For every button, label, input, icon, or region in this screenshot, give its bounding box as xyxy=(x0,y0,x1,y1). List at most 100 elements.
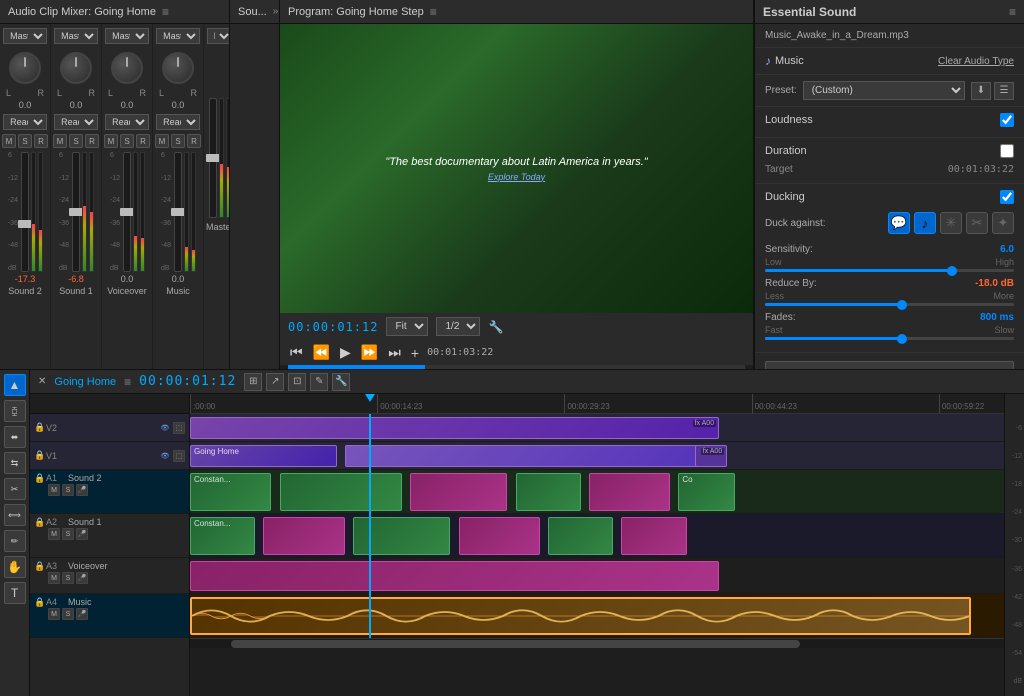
transport-go-start[interactable]: ⏮ xyxy=(288,344,305,361)
timeline-close-x[interactable]: ✕ xyxy=(38,376,46,387)
a1-lock[interactable]: 🔒 xyxy=(34,472,46,484)
ch2-fader-track[interactable] xyxy=(72,152,80,272)
ch4-fader-handle[interactable] xyxy=(171,208,185,216)
a2-clip-3[interactable] xyxy=(353,517,451,555)
ch3-m-btn[interactable]: M xyxy=(104,134,118,148)
duck-sfx-btn[interactable]: ✳ xyxy=(940,212,962,234)
es-preset-delete-btn[interactable]: ☰ xyxy=(994,82,1014,100)
master-fader-handle[interactable] xyxy=(206,154,220,162)
v1-lock[interactable]: 🔒 xyxy=(34,450,46,462)
small-panel-expand[interactable]: » xyxy=(273,6,279,17)
a2-mic-btn[interactable]: 🎤 xyxy=(76,528,88,540)
es-reduce-slider[interactable] xyxy=(765,303,1014,306)
ch2-s-btn[interactable]: S xyxy=(69,134,83,148)
tool-track-select[interactable]: ⧮ xyxy=(4,400,26,422)
transport-step-back[interactable]: ⏪ xyxy=(311,344,332,361)
a3-clip-1[interactable] xyxy=(190,561,719,591)
a2-clip-4[interactable] xyxy=(459,517,540,555)
a2-clip-5[interactable] xyxy=(548,517,613,555)
v2-lock[interactable]: 🔒 xyxy=(34,422,46,434)
duck-other-btn[interactable]: ✦ xyxy=(992,212,1014,234)
a2-clip-1[interactable]: Constan... xyxy=(190,517,255,555)
generate-keyframes-btn[interactable]: Generate Keyframes xyxy=(765,361,1014,369)
tool-pen[interactable]: ✏ xyxy=(4,530,26,552)
es-sensitivity-thumb[interactable] xyxy=(947,266,957,276)
a4-s-btn[interactable]: S xyxy=(62,608,74,620)
es-fades-thumb[interactable] xyxy=(897,334,907,344)
v1-clip-2[interactable] xyxy=(345,445,719,467)
tool-ripple[interactable]: ⬌ xyxy=(4,426,26,448)
ch3-fader-handle[interactable] xyxy=(120,208,134,216)
ch1-knob[interactable] xyxy=(9,52,41,84)
monitor-fraction-select[interactable]: 1/2 xyxy=(436,317,480,336)
a4-mic-btn[interactable]: 🎤 xyxy=(76,608,88,620)
transport-go-end[interactable]: ⏭ xyxy=(386,344,403,361)
ch2-knob[interactable] xyxy=(60,52,92,84)
a1-clip-1[interactable]: Constan... xyxy=(190,473,271,511)
a4-lock[interactable]: 🔒 xyxy=(34,596,46,608)
es-reduce-thumb[interactable] xyxy=(897,300,907,310)
ch4-read-select[interactable]: Read xyxy=(156,114,200,130)
monitor-cta[interactable]: Explore Today xyxy=(385,172,647,182)
ch4-fader-track[interactable] xyxy=(174,152,182,272)
ch2-master-select[interactable]: Master xyxy=(54,28,98,44)
ch1-read-select[interactable]: Read xyxy=(3,114,47,130)
clear-audio-type-btn[interactable]: Clear Audio Type xyxy=(938,56,1014,67)
ch1-fader-handle[interactable] xyxy=(18,220,32,228)
ch2-m-btn[interactable]: M xyxy=(53,134,67,148)
a2-m-btn[interactable]: M xyxy=(48,528,60,540)
es-loudness-checkbox[interactable] xyxy=(1000,113,1014,127)
master-fader-track[interactable] xyxy=(209,98,217,218)
v2-clip-1[interactable]: fx A00 xyxy=(190,417,719,439)
a1-clip-5[interactable] xyxy=(589,473,670,511)
es-duration-checkbox[interactable] xyxy=(1000,144,1014,158)
ch4-r-btn[interactable]: R xyxy=(187,134,201,148)
transport-add[interactable]: + xyxy=(409,345,421,361)
program-monitor-menu[interactable]: ≡ xyxy=(430,5,437,19)
ch3-r-btn[interactable]: R xyxy=(136,134,150,148)
tool-select[interactable]: ▲ xyxy=(4,374,26,396)
audio-clip-mixer-menu[interactable]: ≡ xyxy=(162,5,169,19)
scrollbar-thumb[interactable] xyxy=(231,640,801,648)
ch2-r-btn[interactable]: R xyxy=(85,134,99,148)
ch3-master-select[interactable]: Master xyxy=(105,28,149,44)
a2-lock[interactable]: 🔒 xyxy=(34,516,46,528)
es-sensitivity-slider[interactable] xyxy=(765,269,1014,272)
ch3-read-select[interactable]: Read xyxy=(105,114,149,130)
duck-speech-btn[interactable]: 💬 xyxy=(888,212,910,234)
a1-clip-4[interactable] xyxy=(516,473,581,511)
ch1-r-btn[interactable]: R xyxy=(34,134,48,148)
v1-clip-1[interactable]: Going Home xyxy=(190,445,337,467)
es-preset-select[interactable]: (Custom) xyxy=(803,81,965,100)
tool-hand[interactable]: ✋ xyxy=(4,556,26,578)
a4-clip-1[interactable] xyxy=(190,597,971,635)
ch4-master-select[interactable]: Master xyxy=(156,28,200,44)
es-fades-slider[interactable] xyxy=(765,337,1014,340)
tool-razor[interactable]: ✂ xyxy=(4,478,26,500)
a1-clip-6[interactable]: Co xyxy=(678,473,735,511)
a2-s-btn[interactable]: S xyxy=(62,528,74,540)
monitor-playhead-bar[interactable] xyxy=(288,365,745,369)
v1-eye-btn[interactable]: 👁 xyxy=(159,450,171,462)
v2-sync-btn[interactable]: ⬚ xyxy=(173,422,185,434)
ch2-fader-handle[interactable] xyxy=(69,208,83,216)
transport-step-fwd[interactable]: ⏩ xyxy=(359,344,380,361)
a3-s-btn[interactable]: S xyxy=(62,572,74,584)
a4-m-btn[interactable]: M xyxy=(48,608,60,620)
a1-clip-2[interactable] xyxy=(280,473,402,511)
es-menu[interactable]: ≡ xyxy=(1009,5,1016,19)
ch1-fader-track[interactable] xyxy=(21,152,29,272)
ch1-m-btn[interactable]: M xyxy=(2,134,16,148)
ch2-read-select[interactable]: Read xyxy=(54,114,98,130)
a1-m-btn[interactable]: M xyxy=(48,484,60,496)
ch3-knob[interactable] xyxy=(111,52,143,84)
snap-btn-5[interactable]: 🔧 xyxy=(332,373,350,391)
ch4-knob[interactable] xyxy=(162,52,194,84)
a1-s-btn[interactable]: S xyxy=(62,484,74,496)
a3-lock[interactable]: 🔒 xyxy=(34,560,46,572)
tool-rate[interactable]: ⇆ xyxy=(4,452,26,474)
ch3-fader-track[interactable] xyxy=(123,152,131,272)
ch1-s-btn[interactable]: S xyxy=(18,134,32,148)
duck-music-btn[interactable]: ♪ xyxy=(914,212,936,234)
monitor-wrench-btn[interactable]: 🔧 xyxy=(488,320,503,334)
